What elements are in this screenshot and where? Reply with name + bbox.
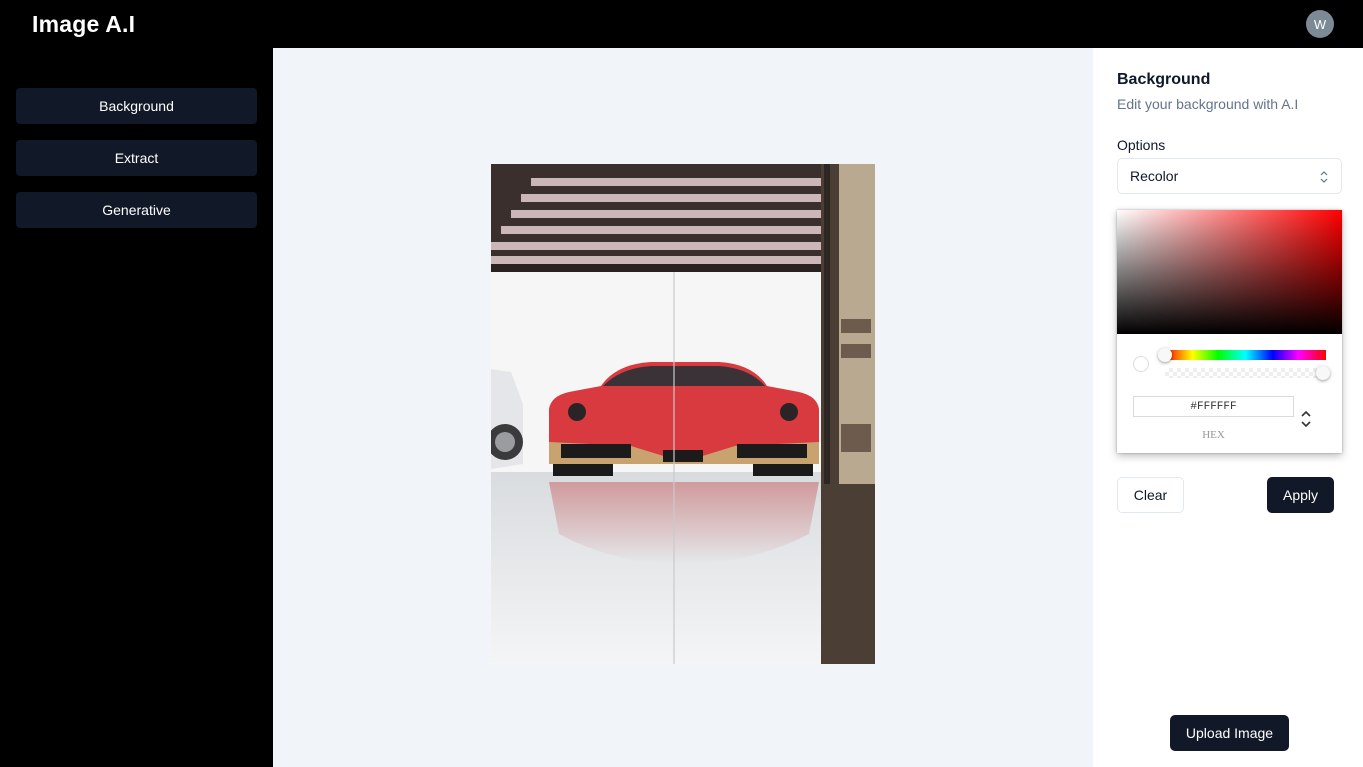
sidebar-item-generative[interactable]: Generative — [16, 192, 257, 228]
apply-button[interactable]: Apply — [1267, 477, 1334, 513]
top-bar: Image A.I W — [0, 0, 1363, 48]
hex-input[interactable] — [1133, 396, 1294, 417]
image-canvas — [273, 48, 1093, 767]
options-select[interactable]: Recolor — [1117, 158, 1342, 194]
sidebar-item-background[interactable]: Background — [16, 88, 257, 124]
color-picker: HEX — [1117, 210, 1342, 453]
hue-slider-handle[interactable] — [1158, 348, 1172, 362]
user-avatar[interactable]: W — [1306, 10, 1334, 38]
panel-subtitle: Edit your background with A.I — [1117, 96, 1299, 112]
alpha-slider[interactable] — [1165, 368, 1326, 378]
chevron-up-down-icon — [1320, 171, 1328, 183]
edit-panel: Background Edit your background with A.I… — [1093, 48, 1363, 767]
options-label: Options — [1117, 137, 1166, 153]
clear-button[interactable]: Clear — [1117, 477, 1184, 513]
uploaded-car-photo — [491, 164, 875, 664]
color-mode-toggle-icon[interactable] — [1299, 408, 1313, 430]
sidebar: Background Extract Generative — [0, 48, 273, 767]
color-saturation-area[interactable] — [1117, 210, 1342, 334]
hex-mode-label: HEX — [1202, 429, 1225, 441]
alpha-slider-handle[interactable] — [1316, 366, 1330, 380]
car-photo-illustration — [491, 164, 875, 664]
panel-title: Background — [1117, 71, 1211, 88]
color-preview-swatch — [1133, 356, 1149, 372]
upload-image-button[interactable]: Upload Image — [1170, 715, 1289, 751]
options-select-value: Recolor — [1130, 168, 1179, 184]
app-title: Image A.I — [32, 11, 136, 37]
hue-slider[interactable] — [1165, 350, 1326, 360]
sidebar-item-extract[interactable]: Extract — [16, 140, 257, 176]
